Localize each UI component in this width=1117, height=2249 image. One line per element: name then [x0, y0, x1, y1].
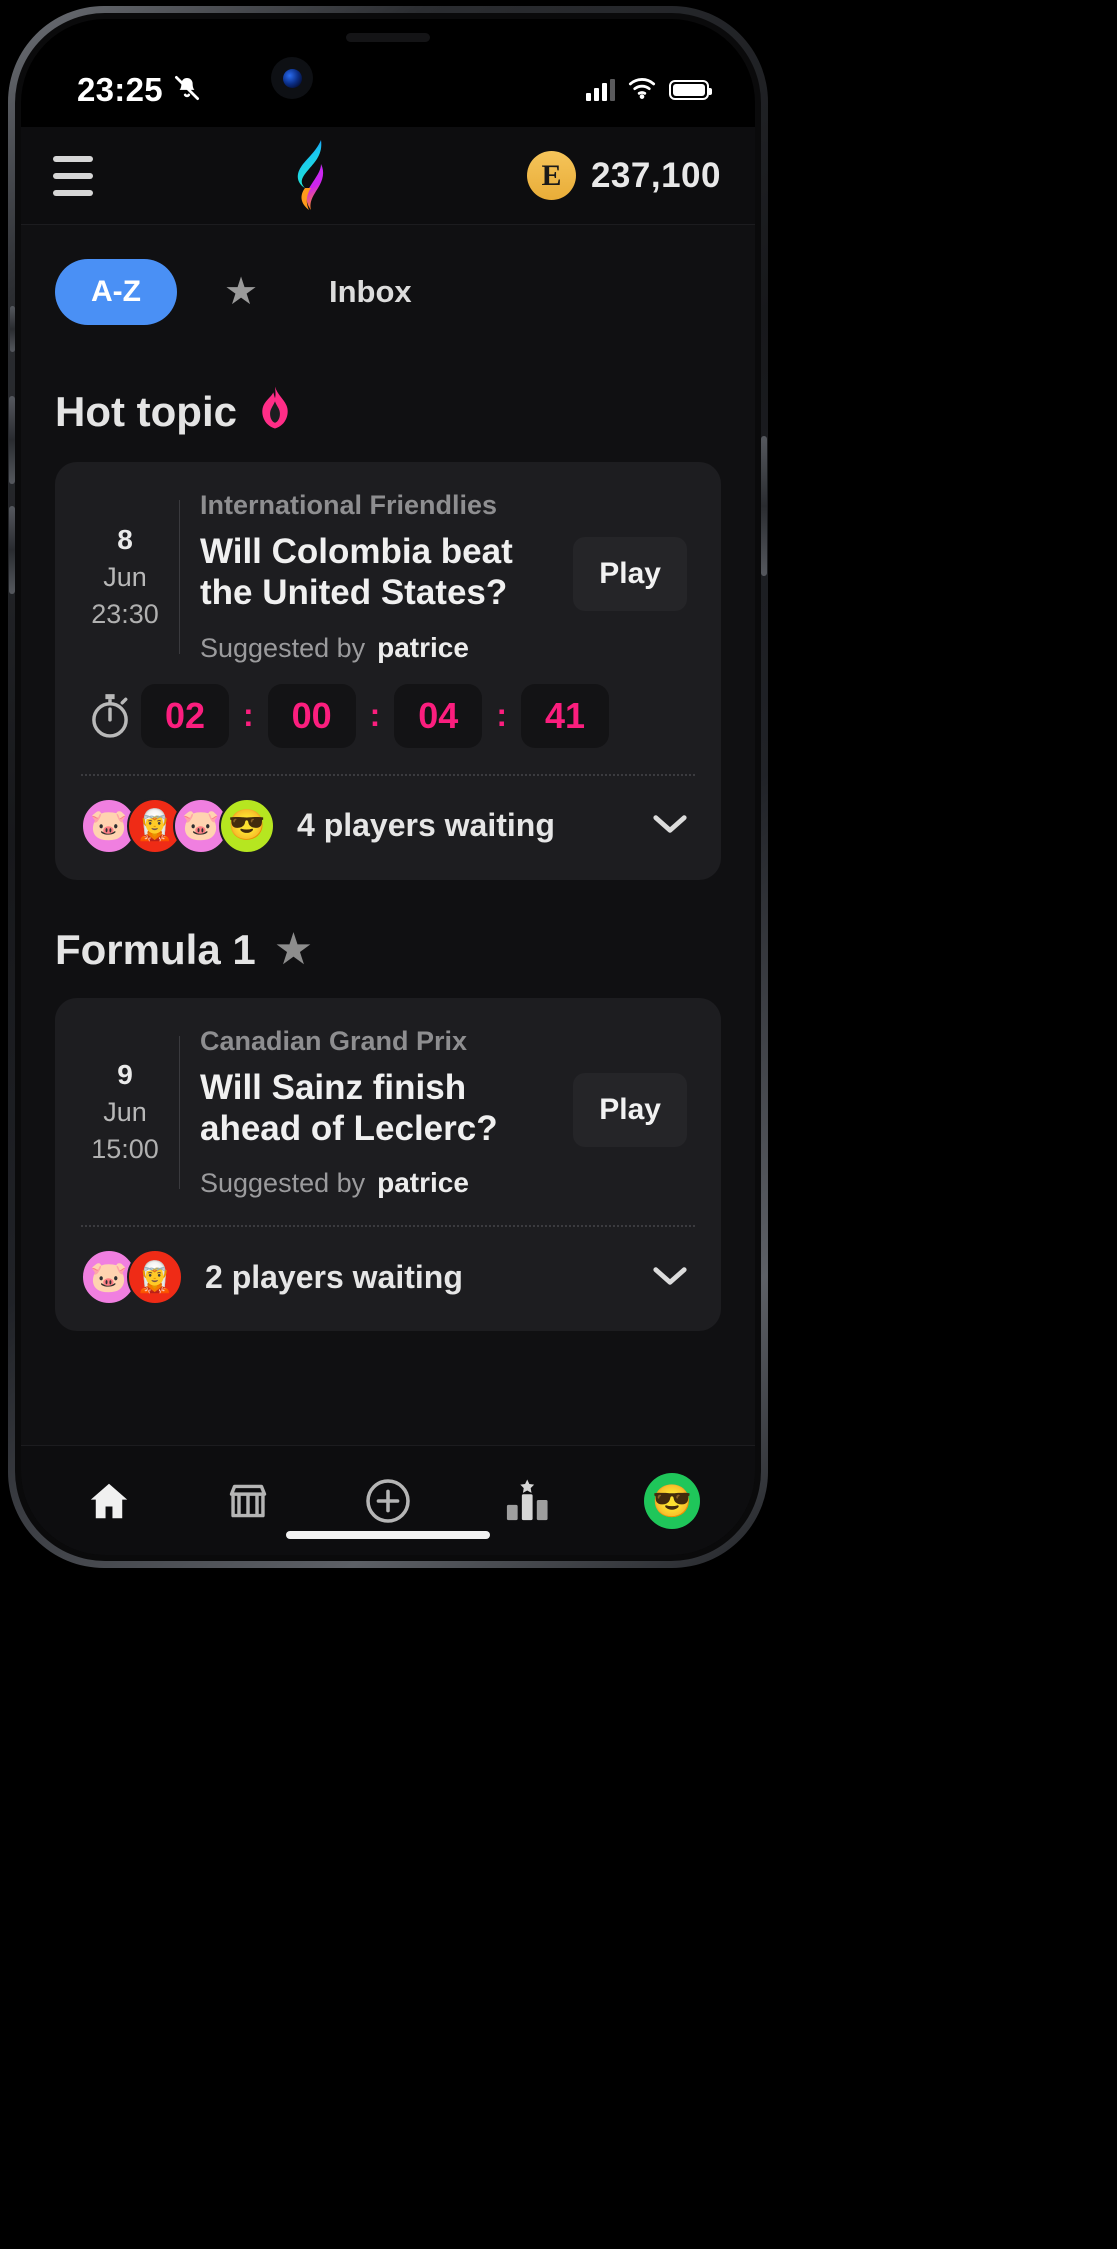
cellular-signal-icon — [586, 79, 615, 101]
earpiece-speaker — [346, 33, 430, 42]
phone-bezel: 23:25 E 237,100 A-Z ★ Inbox Hot topic 8 … — [15, 13, 761, 1561]
app-header: E 237,100 — [21, 127, 755, 225]
player-avatars: 🐷 🧝 🐷 😎 — [81, 797, 275, 854]
card-divider — [179, 1035, 180, 1190]
chevron-down-icon[interactable] — [651, 806, 695, 845]
card-question-row: Will Colombia beat the United States? Pl… — [200, 531, 687, 614]
section-header-formula-1: Formula 1 ★ — [55, 926, 721, 974]
nav-store[interactable] — [208, 1469, 288, 1533]
tab-inbox[interactable]: Inbox — [305, 274, 412, 310]
star-icon: ★ — [273, 924, 314, 974]
players-waiting-row[interactable]: 🐷 🧝 2 players waiting — [55, 1227, 721, 1331]
avatar: 🧝 — [127, 1249, 183, 1306]
card-date-day: 8 — [117, 523, 133, 555]
home-indicator[interactable] — [286, 1531, 490, 1539]
card-date-month: Jun — [103, 1097, 147, 1128]
status-bar-right — [586, 77, 712, 104]
timer-seconds: 41 — [520, 683, 609, 748]
fire-icon — [255, 385, 295, 438]
timer-minutes: 04 — [394, 683, 483, 748]
content-scroll[interactable]: Hot topic 8 Jun 23:30 International Frie… — [21, 339, 755, 1445]
suggested-user: patrice — [377, 631, 469, 663]
status-time: 23:25 — [77, 71, 163, 108]
match-card[interactable]: 9 Jun 15:00 Canadian Grand Prix Will Sai… — [55, 997, 721, 1332]
card-date-month: Jun — [103, 561, 147, 592]
play-button[interactable]: Play — [573, 1072, 687, 1147]
camera-lens — [282, 68, 302, 88]
timer-days: 02 — [141, 683, 229, 748]
card-suggested-by: Suggested by patrice — [200, 632, 687, 664]
nav-leaderboard[interactable] — [488, 1469, 568, 1533]
filter-tabs: A-Z ★ Inbox — [21, 225, 755, 339]
power-button[interactable] — [761, 436, 767, 576]
match-card[interactable]: 8 Jun 23:30 International Friendlies Wil… — [55, 462, 721, 880]
players-waiting-label: 4 players waiting — [297, 807, 555, 844]
players-waiting-row[interactable]: 🐷 🧝 🐷 😎 4 players waiting — [55, 776, 721, 880]
card-date-time: 15:00 — [91, 1134, 159, 1165]
app-flame-logo-icon — [285, 138, 341, 214]
battery-full-icon — [669, 80, 712, 100]
avatar: 😎 — [644, 1472, 701, 1529]
card-question: Will Colombia beat the United States? — [200, 532, 513, 613]
front-camera-icon — [271, 57, 313, 99]
card-date: 8 Jun 23:30 — [79, 490, 171, 664]
player-avatars: 🐷 🧝 — [81, 1249, 183, 1306]
wifi-icon — [628, 77, 656, 104]
section-title: Hot topic — [55, 387, 237, 435]
coin-badge-icon: E — [526, 151, 576, 200]
card-suggested-by: Suggested by patrice — [200, 1167, 687, 1199]
countdown-timer: 02 : 00 : 04 : 41 — [55, 664, 721, 758]
card-top: 9 Jun 15:00 Canadian Grand Prix Will Sai… — [55, 1004, 721, 1200]
points-value: 237,100 — [590, 155, 721, 195]
phone-frame: 23:25 E 237,100 A-Z ★ Inbox Hot topic 8 … — [8, 6, 768, 1568]
tab-sort-az[interactable]: A-Z — [55, 259, 177, 325]
timer-separator: : — [243, 697, 254, 734]
card-top: 8 Jun 23:30 International Friendlies Wil… — [55, 468, 721, 664]
card-main: Canadian Grand Prix Will Sainz finish ah… — [200, 1026, 697, 1200]
players-waiting-label: 2 players waiting — [205, 1258, 463, 1295]
status-bar-left: 23:25 — [77, 71, 202, 109]
volume-down-button[interactable] — [9, 506, 15, 594]
volume-up-button[interactable] — [9, 396, 15, 484]
bell-slash-icon — [172, 73, 202, 108]
star-icon: ★ — [223, 271, 259, 313]
app-container: E 237,100 A-Z ★ Inbox Hot topic 8 Jun 23… — [21, 127, 755, 1555]
avatar: 😎 — [219, 797, 275, 854]
timer-separator: : — [496, 697, 507, 734]
tab-favorites[interactable]: ★ — [177, 273, 305, 311]
card-date-time: 23:30 — [91, 598, 159, 629]
section-header-hot-topic: Hot topic — [55, 385, 721, 438]
play-button[interactable]: Play — [573, 537, 687, 611]
card-divider — [179, 500, 180, 654]
card-date-day: 9 — [117, 1059, 133, 1091]
section-title: Formula 1 — [55, 925, 256, 973]
phone-screen: 23:25 E 237,100 A-Z ★ Inbox Hot topic 8 … — [21, 19, 755, 1555]
card-league: International Friendlies — [200, 490, 498, 520]
suggested-prefix: Suggested by — [200, 1168, 366, 1199]
chevron-down-icon[interactable] — [651, 1258, 695, 1297]
suggested-user: patrice — [377, 1167, 469, 1199]
suggested-prefix: Suggested by — [200, 632, 366, 663]
nav-profile[interactable]: 😎 — [627, 1469, 707, 1533]
card-league: Canadian Grand Prix — [200, 1025, 468, 1056]
card-date: 9 Jun 15:00 — [79, 1026, 171, 1200]
mute-switch[interactable] — [10, 306, 15, 352]
screenshot-stage: 23:25 E 237,100 A-Z ★ Inbox Hot topic 8 … — [0, 0, 1117, 2249]
timer-hours: 00 — [267, 683, 356, 748]
card-question-row: Will Sainz finish ahead of Leclerc? Play — [200, 1067, 687, 1150]
hamburger-menu-icon[interactable] — [47, 150, 99, 202]
card-main: International Friendlies Will Colombia b… — [200, 490, 697, 664]
stopwatch-icon — [79, 691, 141, 741]
nav-home[interactable] — [69, 1469, 149, 1533]
points-balance[interactable]: E 237,100 — [526, 151, 721, 200]
timer-separator: : — [369, 697, 381, 734]
nav-create[interactable] — [348, 1469, 428, 1533]
card-question: Will Sainz finish ahead of Leclerc? — [200, 1067, 498, 1148]
